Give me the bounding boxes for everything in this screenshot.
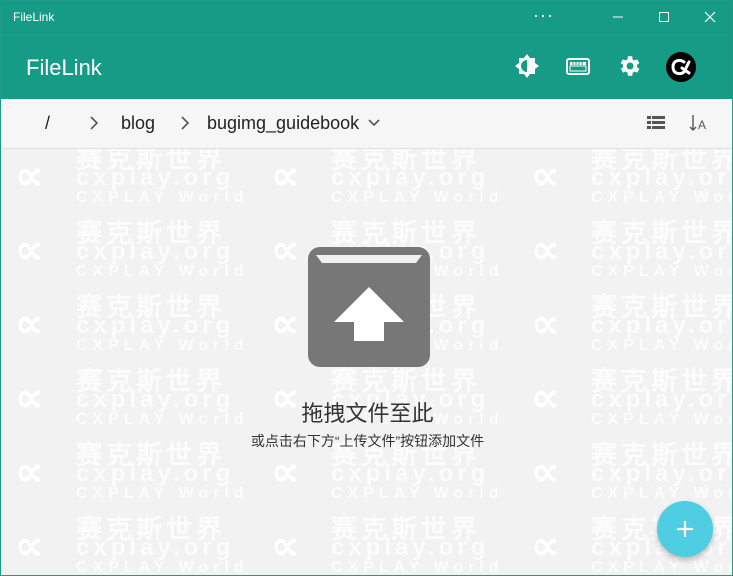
upload-button[interactable] <box>657 501 713 557</box>
plus-icon <box>677 521 693 537</box>
drop-zone[interactable]: 拖拽文件至此 或点击右下方“上传文件”按钮添加文件 <box>1 149 732 575</box>
account-avatar[interactable] <box>666 52 696 82</box>
chevron-right-icon <box>181 116 190 130</box>
gear-icon <box>620 56 640 76</box>
cxplay-logo-icon <box>671 58 691 76</box>
breadcrumb: / blog bugimg_guidebook A <box>1 99 732 149</box>
breadcrumb-item-blog[interactable]: blog <box>121 113 155 134</box>
sort-icon[interactable]: A <box>689 113 709 133</box>
chevron-down-icon[interactable] <box>367 116 381 130</box>
keyboard-icon <box>566 58 590 75</box>
maximize-button[interactable] <box>641 1 687 33</box>
close-button[interactable] <box>687 1 732 33</box>
svg-text:A: A <box>698 118 706 132</box>
upload-archive-icon <box>308 247 430 367</box>
more-options-button[interactable]: ··· <box>533 5 554 26</box>
chevron-right-icon <box>90 116 99 130</box>
list-view-icon[interactable] <box>646 114 666 132</box>
window-titlebar[interactable]: FileLink ··· <box>1 1 732 33</box>
app-bar: FileLink <box>1 33 732 99</box>
drop-hint: 或点击右下方“上传文件”按钮添加文件 <box>250 433 485 449</box>
maximize-icon <box>659 12 669 22</box>
window-title: FileLink <box>13 10 55 24</box>
minimize-button[interactable] <box>595 1 641 33</box>
app-window: FileLink ··· FileLink / blog bugimg_guid… <box>0 0 733 576</box>
theme-toggle-button[interactable] <box>514 53 540 79</box>
minimize-icon <box>613 16 623 18</box>
settings-button[interactable] <box>616 53 642 79</box>
close-icon <box>704 11 716 23</box>
drop-title: 拖拽文件至此 <box>301 401 434 426</box>
theme-toggle-icon <box>515 54 539 78</box>
keyboard-button[interactable] <box>565 53 591 79</box>
breadcrumb-item-current[interactable]: bugimg_guidebook <box>207 113 359 134</box>
app-name: FileLink <box>26 55 102 80</box>
breadcrumb-root[interactable]: / <box>45 113 50 134</box>
